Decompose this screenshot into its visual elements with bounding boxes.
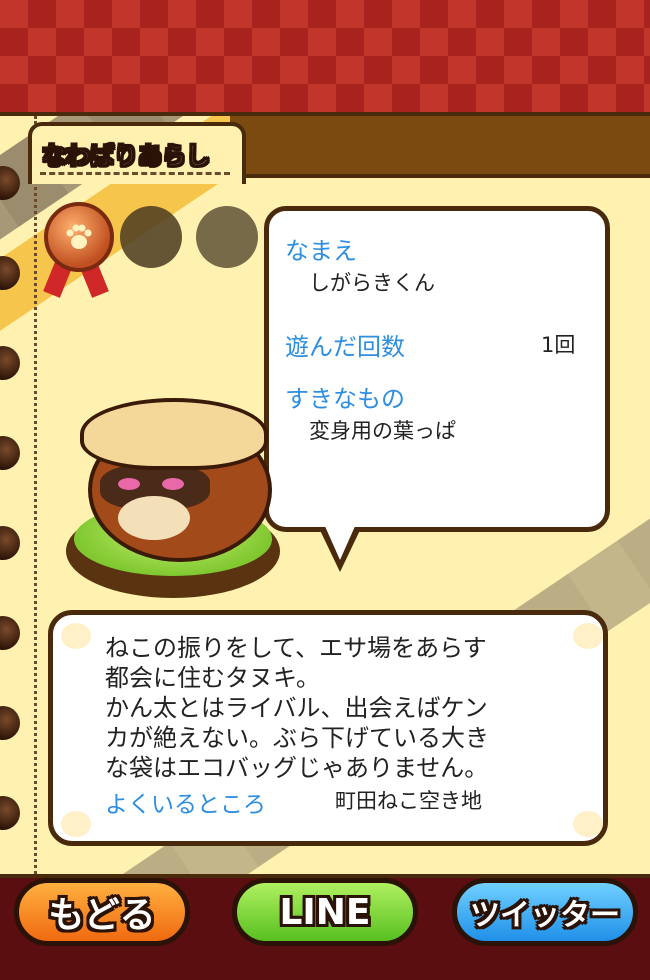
- binder-ring: [0, 796, 20, 830]
- paw-icon: [61, 623, 91, 649]
- character-hat: [80, 398, 268, 470]
- binder-ring: [0, 346, 20, 380]
- paw-icon: [61, 811, 91, 837]
- location-label: よくいるところ: [105, 792, 266, 818]
- played-count-value: 1回: [541, 333, 576, 357]
- character-eye: [118, 478, 140, 490]
- header-bar: [230, 116, 650, 178]
- likes-label: すきなもの: [285, 385, 405, 413]
- description-text: ねこの振りをして、エサ場をあらす 都会に住むタヌキ。 かん太とはライバル、出会え…: [105, 634, 489, 782]
- binder-ring: [0, 526, 20, 560]
- locked-medal-icon[interactable]: [196, 206, 258, 268]
- location-value: 町田ねこ空き地: [335, 789, 482, 813]
- likes-value: 変身用の葉っぱ: [309, 419, 456, 443]
- title-underline: [40, 172, 230, 175]
- binder-ring: [0, 706, 20, 740]
- description-box: ねこの振りをして、エサ場をあらす 都会に住むタヌキ。 かん太とはライバル、出会え…: [48, 610, 608, 846]
- binder-ring: [0, 436, 20, 470]
- back-button[interactable]: もどる: [14, 878, 190, 946]
- name-value: しがらきくん: [309, 271, 435, 295]
- profile-card: なまえ しがらきくん 遊んだ回数 1回 すきなもの 変身用の葉っぱ: [264, 206, 610, 532]
- locked-medal-icon[interactable]: [120, 206, 182, 268]
- name-label: なまえ: [285, 237, 357, 265]
- played-count-label: 遊んだ回数: [285, 333, 405, 361]
- binder-ring: [0, 616, 20, 650]
- notebook-panel: なわばりあらし なまえ しがらきくん 遊んだ回数 1回 すきなもの 変身用の葉っ…: [0, 112, 650, 878]
- line-share-button[interactable]: LINE: [232, 878, 418, 946]
- paw-icon: [573, 811, 603, 837]
- character-eye: [162, 478, 184, 490]
- page-title: なわばりあらし: [42, 142, 211, 171]
- paw-icon: [66, 224, 92, 249]
- character-snout: [118, 496, 190, 540]
- margin-line: [34, 116, 37, 874]
- paw-medal-icon[interactable]: [44, 202, 114, 272]
- speech-tail: [324, 524, 356, 560]
- twitter-share-button[interactable]: ツイッター: [452, 878, 638, 946]
